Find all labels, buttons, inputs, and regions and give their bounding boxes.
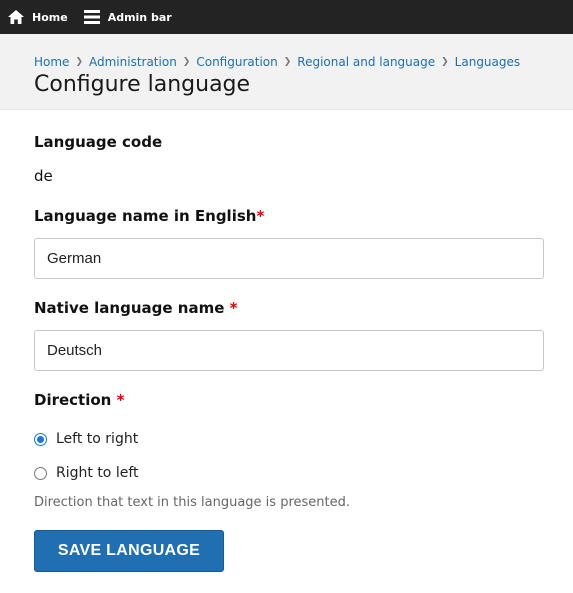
required-marker: * [229, 299, 238, 317]
direction-label: Direction * [34, 391, 124, 409]
language-name-english-label-text: Language name in English [34, 207, 257, 225]
toolbar-home-label: Home [32, 10, 68, 24]
native-language-name-label-text: Native language name [34, 299, 225, 317]
direction-description: Direction that text in this language is … [34, 495, 350, 510]
language-name-english-label: Language name in English* [34, 207, 264, 225]
language-code-value: de [34, 167, 53, 185]
chevron-right-icon: ❯ [283, 57, 292, 67]
toolbar-admin-label: Admin bar [107, 10, 172, 24]
breadcrumb-regional-language[interactable]: Regional and language [297, 55, 435, 69]
direction-label-text: Direction [34, 391, 112, 409]
breadcrumb-home[interactable]: Home [34, 55, 69, 69]
chevron-right-icon: ❯ [441, 57, 449, 67]
page-title: Configure language [34, 72, 251, 97]
radio-rtl-label[interactable]: Right to left [56, 465, 139, 481]
breadcrumb-configuration[interactable]: Configuration [196, 55, 277, 69]
page-header: Home ❯ Administration ❯ Configuration ❯ … [0, 34, 573, 110]
required-marker: * [256, 207, 265, 225]
save-language-button[interactable]: SAVE LANGUAGE [34, 530, 224, 572]
breadcrumb-languages[interactable]: Languages [455, 55, 520, 69]
radio-ltr[interactable] [34, 432, 47, 446]
language-code-label: Language code [34, 133, 163, 151]
required-marker: * [116, 391, 125, 409]
breadcrumb-administration[interactable]: Administration [89, 55, 177, 69]
admin-toolbar: Home Admin bar [0, 0, 573, 34]
hamburger-icon [83, 10, 100, 24]
radio-ltr-label[interactable]: Left to right [56, 431, 138, 447]
language-name-english-input[interactable] [34, 238, 544, 279]
breadcrumb: Home ❯ Administration ❯ Configuration ❯ … [34, 55, 520, 69]
home-icon [8, 10, 24, 24]
native-language-name-input[interactable] [34, 330, 544, 371]
toolbar-admin-bar-toggle[interactable]: Admin bar [68, 0, 172, 34]
chevron-right-icon: ❯ [75, 57, 83, 67]
direction-option-ltr[interactable]: Left to right [34, 431, 138, 447]
chevron-right-icon: ❯ [182, 57, 191, 67]
radio-rtl[interactable] [34, 466, 47, 480]
direction-option-rtl[interactable]: Right to left [34, 465, 139, 481]
native-language-name-label: Native language name * [34, 299, 237, 317]
toolbar-home-link[interactable]: Home [0, 0, 68, 34]
